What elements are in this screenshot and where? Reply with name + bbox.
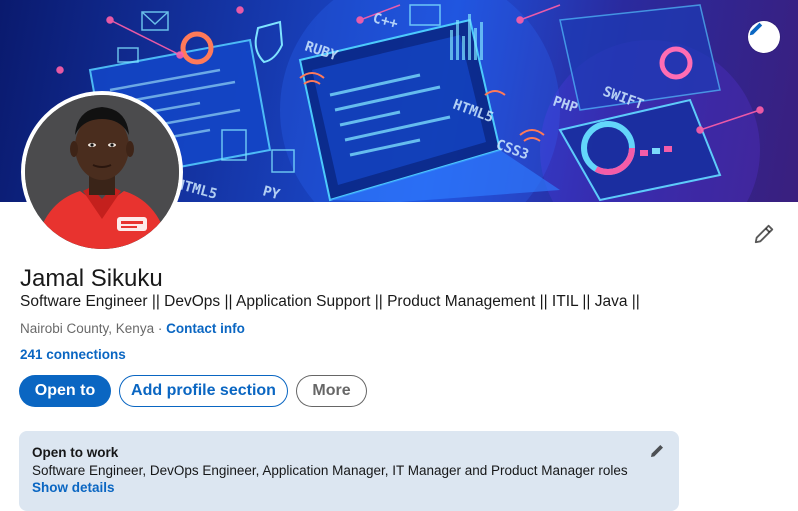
avatar-image xyxy=(25,95,179,249)
show-details-link[interactable]: Show details xyxy=(32,480,115,495)
separator-dot: · xyxy=(157,321,163,336)
profile-headline: Software Engineer || DevOps || Applicati… xyxy=(20,293,640,310)
pencil-icon xyxy=(749,22,763,36)
edit-banner-button[interactable] xyxy=(748,21,780,53)
contact-info-link[interactable]: Contact info xyxy=(166,321,245,336)
pencil-icon xyxy=(651,445,663,457)
open-to-work-card: Open to work Software Engineer, DevOps E… xyxy=(19,431,679,511)
profile-location: Nairobi County, Kenya xyxy=(20,321,155,336)
profile-name: Jamal Sikuku xyxy=(20,265,163,292)
edit-open-to-work-button[interactable] xyxy=(647,441,667,461)
more-button[interactable]: More xyxy=(296,375,367,407)
svg-text:PY: PY xyxy=(261,183,282,202)
open-to-work-roles: Software Engineer, DevOps Engineer, Appl… xyxy=(32,463,628,478)
edit-intro-button[interactable] xyxy=(750,220,778,248)
add-profile-section-button[interactable]: Add profile section xyxy=(119,375,288,407)
location-row: Nairobi County, Kenya · Contact info xyxy=(20,321,245,336)
profile-photo[interactable] xyxy=(21,91,183,253)
pencil-icon xyxy=(754,224,774,244)
open-to-work-title: Open to work xyxy=(32,445,119,460)
connections-link[interactable]: 241 connections xyxy=(20,347,126,362)
open-to-button[interactable]: Open to xyxy=(19,375,111,407)
